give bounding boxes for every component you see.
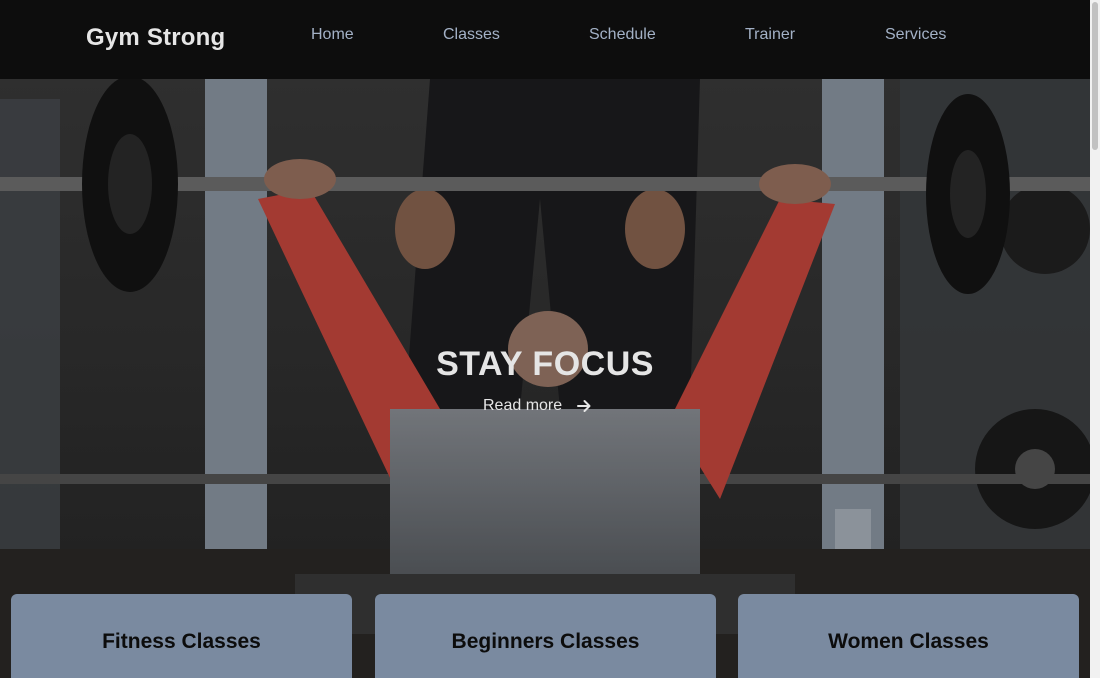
card-title: Fitness Classes (102, 630, 261, 653)
class-card-women[interactable]: Women Classes (738, 594, 1079, 678)
read-more-label: Read more (483, 397, 563, 414)
nav-link-home[interactable]: Home (311, 26, 354, 44)
arrow-right-icon (576, 398, 592, 414)
class-card-fitness[interactable]: Fitness Classes (11, 594, 352, 678)
card-title: Women Classes (828, 630, 989, 653)
nav-link-schedule[interactable]: Schedule (589, 26, 656, 44)
nav-link-trainer[interactable]: Trainer (745, 26, 795, 44)
read-more-link[interactable]: Read more (483, 397, 592, 415)
hero-banner: STAY FOCUS Read more (0, 79, 1090, 678)
nav-link-services[interactable]: Services (885, 26, 946, 44)
scrollbar-thumb[interactable] (1092, 2, 1098, 150)
card-title: Beginners Classes (451, 630, 640, 653)
hero-title: STAY FOCUS (436, 345, 654, 383)
top-navbar: Gym Strong Home Classes Schedule Trainer… (0, 0, 1090, 79)
page-scrollbar[interactable] (1090, 0, 1100, 678)
class-card-beginners[interactable]: Beginners Classes (375, 594, 716, 678)
nav-link-classes[interactable]: Classes (443, 26, 500, 44)
brand-logo-text[interactable]: Gym Strong (86, 24, 225, 52)
